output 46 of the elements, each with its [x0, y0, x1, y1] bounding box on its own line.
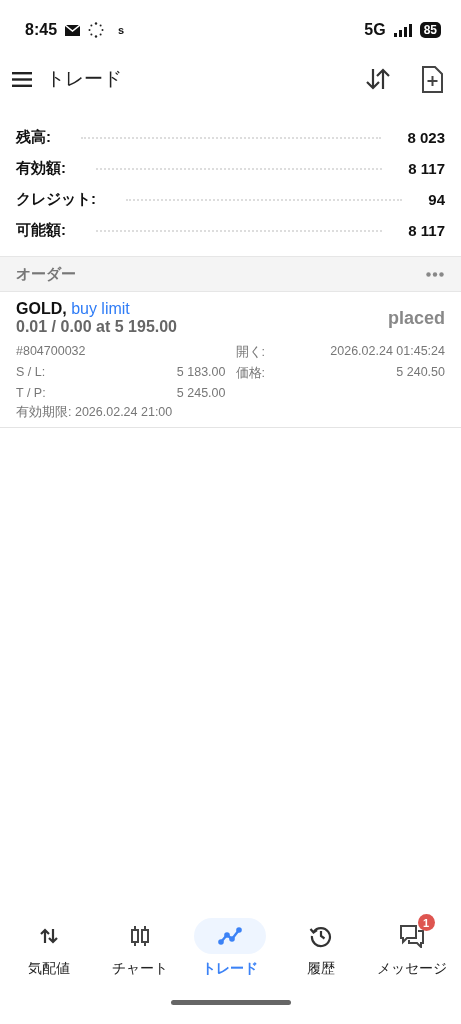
order-status: placed: [387, 307, 445, 329]
trend-line-icon: [218, 927, 243, 945]
balance-label: 残高:: [16, 128, 51, 147]
signal-icon: [393, 23, 412, 37]
nav-tab[interactable]: トレード: [186, 918, 275, 978]
order-expiry: 有効期限: 2026.02.24 21:00: [16, 404, 174, 421]
candlestick-icon: [129, 925, 150, 947]
balance-label: クレジット:: [16, 190, 96, 209]
loading-icon: [88, 22, 105, 38]
network-label: 5G: [364, 21, 386, 39]
order-type: buy limit: [71, 300, 130, 317]
mail-icon: [65, 24, 81, 36]
open-time: 2026.02.24 01:45:24: [329, 344, 445, 360]
order-symbol: GOLD,: [16, 300, 67, 317]
balance-value: 94: [428, 191, 445, 208]
more-icon[interactable]: [426, 271, 444, 277]
chat-icon: [398, 924, 425, 948]
balance-label: 可能額:: [16, 221, 66, 240]
sl-label: S / L:: [16, 365, 47, 381]
balance-value: 8 117: [408, 222, 445, 239]
status-letter: s: [118, 24, 125, 36]
price-value: 5 240.50: [395, 365, 445, 381]
order-ticket: #804700032: [16, 344, 87, 360]
menu-icon[interactable]: [12, 71, 32, 87]
open-label: 開く:: [235, 344, 266, 361]
history-icon: [309, 924, 334, 948]
tp-value: 5 245.00: [175, 386, 226, 400]
nav-tab[interactable]: 履歴: [277, 918, 366, 978]
arrows-icon: [39, 928, 60, 944]
battery-level: 85: [419, 22, 441, 38]
balance-value: 8 117: [408, 160, 445, 177]
order-item[interactable]: GOLD, buy limit 0.01 / 0.00 at 5 195.00 placed #804700032 開く: 2026.02.24 01:45:24 S / L: 5 183.00 価格: 5 240.50 T / P: 5 245.00 有効期限: 2026.02.24 21:00: [0, 292, 461, 428]
status-time: 8:45: [25, 21, 58, 39]
notification-badge: 1: [417, 914, 435, 931]
new-document-icon[interactable]: [421, 65, 443, 93]
balance-value: 8 023: [407, 129, 445, 146]
tp-label: T / P:: [16, 386, 47, 400]
balance-label: 有効額:: [16, 159, 66, 178]
sl-value: 5 183.00: [175, 365, 226, 381]
screen-title: トレード: [46, 67, 122, 91]
order-volume: 0.01 / 0.00 at 5 195.00: [16, 318, 177, 336]
sort-icon[interactable]: [365, 67, 391, 91]
section-title: オーダー: [16, 264, 76, 284]
price-label: 価格:: [235, 365, 266, 382]
nav-tab[interactable]: チャート: [95, 918, 184, 978]
nav-tab[interactable]: 気配値: [5, 918, 94, 978]
